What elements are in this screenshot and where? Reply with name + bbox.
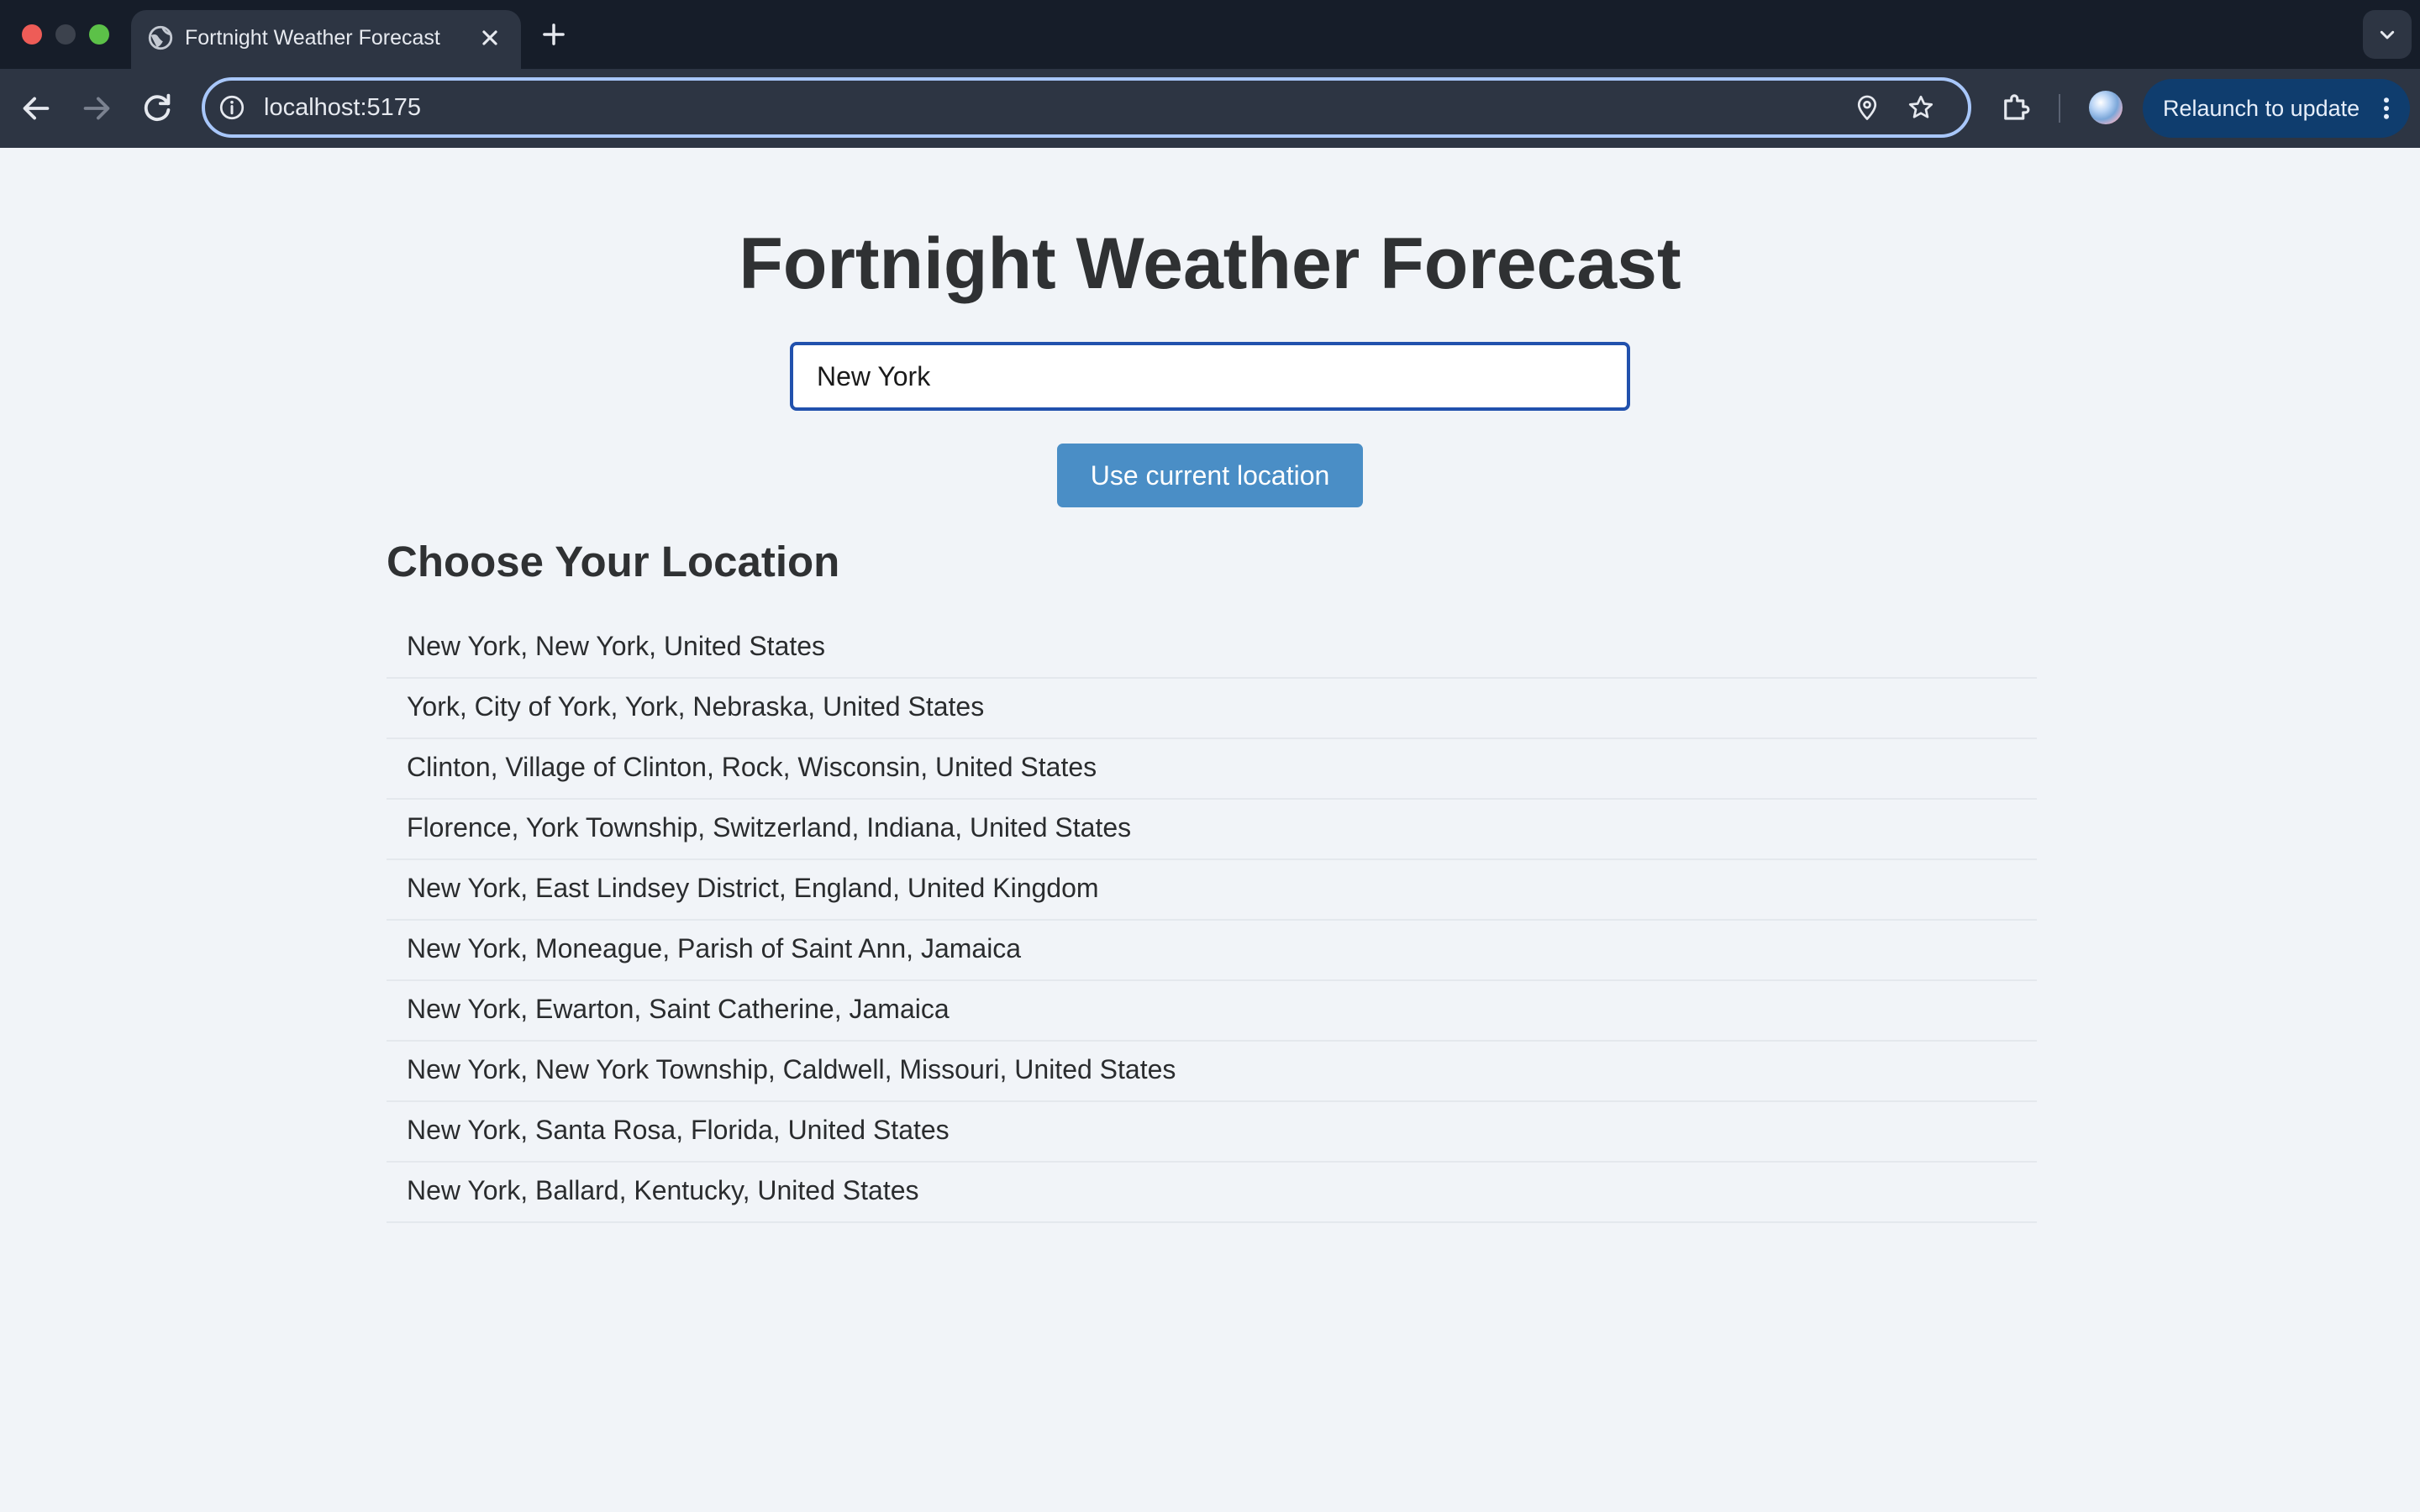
globe-icon: [148, 25, 173, 50]
reload-icon[interactable]: [138, 89, 176, 128]
toolbar-divider: [2059, 94, 2060, 123]
location-item[interactable]: Florence, York Township, Switzerland, In…: [387, 800, 2037, 860]
info-icon[interactable]: [217, 92, 247, 123]
close-window-button[interactable]: [22, 24, 42, 45]
location-pin-icon[interactable]: [1852, 92, 1882, 123]
forward-arrow-icon[interactable]: [77, 89, 116, 128]
browser-tab[interactable]: Fortnight Weather Forecast: [131, 10, 521, 69]
tab-search-button[interactable]: [2363, 10, 2412, 59]
url-text: localhost:5175: [264, 94, 422, 121]
location-item[interactable]: New York, East Lindsey District, England…: [387, 860, 2037, 921]
page-content: Fortnight Weather Forecast Use current l…: [0, 148, 2420, 1512]
location-item[interactable]: New York, Ballard, Kentucky, United Stat…: [387, 1163, 2037, 1223]
location-item[interactable]: New York, Ewarton, Saint Catherine, Jama…: [387, 981, 2037, 1042]
puzzle-icon[interactable]: [1998, 89, 2033, 124]
minimize-window-button[interactable]: [55, 24, 76, 45]
section-heading: Choose Your Location: [387, 538, 840, 585]
location-item[interactable]: New York, Santa Rosa, Florida, United St…: [387, 1102, 2037, 1163]
profile-avatar[interactable]: [2089, 91, 2123, 124]
back-arrow-icon[interactable]: [17, 89, 55, 128]
page-title: Fortnight Weather Forecast: [739, 223, 1681, 304]
tab-strip: Fortnight Weather Forecast: [0, 0, 2420, 69]
location-search-input[interactable]: [790, 342, 1630, 411]
location-item[interactable]: New York, Moneague, Parish of Saint Ann,…: [387, 921, 2037, 981]
browser-toolbar: localhost:5175 Relaunch to update: [0, 69, 2420, 148]
location-item[interactable]: York, City of York, York, Nebraska, Unit…: [387, 679, 2037, 739]
location-list: New York, New York, United States York, …: [387, 618, 2037, 1223]
browser-chrome: Fortnight Weather Forecast localhost:517…: [0, 0, 2420, 148]
close-icon[interactable]: [476, 24, 504, 52]
tab-title: Fortnight Weather Forecast: [185, 26, 440, 50]
use-current-location-button[interactable]: Use current location: [1057, 444, 1363, 507]
location-item[interactable]: New York, New York Township, Caldwell, M…: [387, 1042, 2037, 1102]
chevron-down-icon: [2380, 30, 2395, 39]
location-item[interactable]: New York, New York, United States: [387, 618, 2037, 679]
maximize-window-button[interactable]: [89, 24, 109, 45]
address-bar[interactable]: localhost:5175: [202, 77, 1971, 138]
star-icon[interactable]: [1906, 92, 1936, 123]
location-item[interactable]: Clinton, Village of Clinton, Rock, Wisco…: [387, 739, 2037, 800]
kebab-menu-icon[interactable]: [2371, 93, 2402, 123]
plus-icon[interactable]: [538, 18, 570, 50]
relaunch-button[interactable]: Relaunch to update: [2143, 79, 2410, 138]
relaunch-label: Relaunch to update: [2163, 96, 2360, 121]
